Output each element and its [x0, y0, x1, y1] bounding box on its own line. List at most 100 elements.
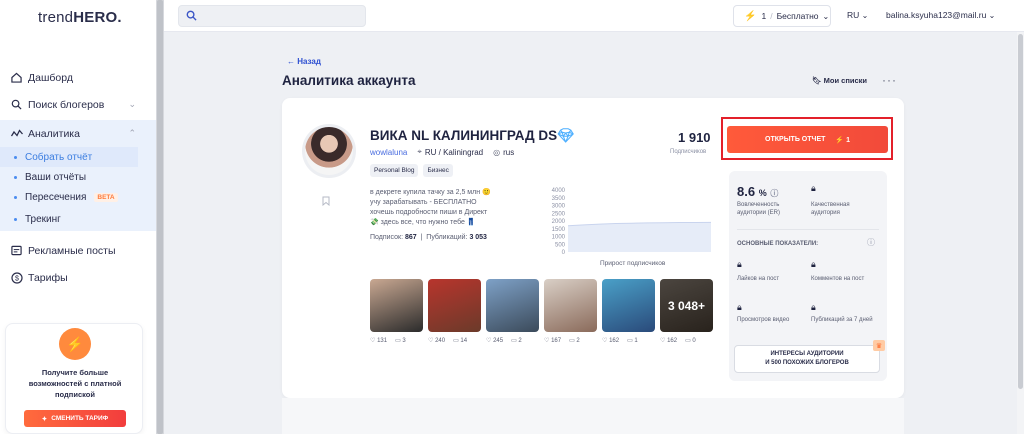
sidebar-subitem-collect-report[interactable]: Собрать отчёт: [0, 147, 138, 167]
arrow-left-icon: ←: [287, 57, 295, 66]
sidebar-nav: Дашборд Поиск блогеров ⌄ Аналитика ⌃ Соб…: [0, 64, 156, 291]
bio-line: в декрете купила тачку за 2,5 млн 🙂: [370, 189, 491, 196]
sidebar-subitem-your-reports[interactable]: Ваши отчёты: [0, 167, 156, 187]
account-bio: в декрете купила тачку за 2,5 млн 🙂 учу …: [370, 188, 520, 228]
subitem-label: Ваши отчёты: [25, 171, 87, 183]
beta-badge: BETA: [94, 192, 118, 202]
post-stats: ♡ 131 ▭ 3: [370, 337, 423, 344]
bullet-icon: [14, 155, 17, 159]
logo[interactable]: trendHERO.: [38, 9, 122, 26]
post-item[interactable]: ♡ 240 ▭ 14: [428, 279, 481, 344]
lock-icon: 🔒︎: [737, 302, 742, 312]
search-icon: [10, 98, 23, 111]
post-item[interactable]: ♡ 245 ▭ 2: [486, 279, 539, 344]
post-thumbnail[interactable]: [428, 279, 481, 332]
post-item[interactable]: 3 048+ ♡ 162 ▭ 0: [660, 279, 713, 344]
post-thumbnail[interactable]: 3 048+: [660, 279, 713, 332]
sidebar-item-label: Поиск блогеров: [28, 98, 105, 111]
bio-line: хочешь подробности пиши в Директ: [370, 209, 488, 216]
sidebar-subitem-tracking[interactable]: Трекинг: [0, 207, 156, 231]
sidebar-group-analytics: Аналитика ⌃ Собрать отчёт Ваши отчёты Пе…: [0, 120, 156, 231]
y-tick-label: 2000: [552, 219, 566, 225]
following-label: Подписок:: [370, 234, 404, 241]
post-thumbnail[interactable]: [370, 279, 423, 332]
comments-count: 0: [692, 338, 696, 344]
sidebar-item-analytics[interactable]: Аналитика ⌃: [0, 120, 156, 147]
user-menu[interactable]: balina.ksyuha123@mail.ru ⌄: [886, 10, 995, 20]
post-thumbnail[interactable]: [544, 279, 597, 332]
chevron-down-icon: ⌄: [988, 11, 996, 20]
bookmark-icon: 🔖︎: [812, 76, 822, 85]
post-item[interactable]: ♡ 162 ▭ 1: [602, 279, 655, 344]
sidebar-item-dashboard[interactable]: Дашборд: [0, 64, 156, 91]
user-email: balina.ksyuha123@mail.ru: [886, 10, 987, 20]
post-thumbnail[interactable]: [602, 279, 655, 332]
separator: /: [770, 11, 773, 21]
search-input[interactable]: [201, 8, 361, 24]
tag: Бизнес: [423, 164, 453, 177]
likes-count: 131: [377, 338, 388, 344]
heart-icon: ♡: [370, 338, 376, 344]
avatar-image: [305, 127, 353, 175]
growth-area: [568, 222, 711, 252]
bio-line: учу зарабатывать - БЕСПЛАТНО: [370, 199, 477, 206]
sidebar-scrollbar[interactable]: [156, 0, 164, 434]
subitem-label: Собрать отчёт: [25, 151, 93, 163]
analytics-icon: [10, 127, 23, 140]
back-link[interactable]: ← Назад: [287, 57, 321, 66]
comment-icon: ▭: [453, 338, 459, 344]
sidebar-item-tariffs[interactable]: $ Тарифы: [0, 264, 156, 291]
tag: Personal Blog: [370, 164, 419, 177]
sidebar-item-label: Рекламные посты: [28, 244, 116, 257]
comments-count: 3: [402, 338, 406, 344]
account-stats: Подписок: 867 | Публикаций: 3 053: [370, 234, 487, 241]
sidebar-item-ad-posts[interactable]: Рекламные посты: [0, 237, 156, 264]
followers-label: Подписчиков: [670, 149, 707, 155]
account-handle[interactable]: wowlaluna: [370, 148, 407, 157]
quality-label: Качественная аудитория: [811, 202, 850, 216]
home-icon: [10, 71, 23, 84]
more-icon[interactable]: ···: [882, 73, 897, 87]
lang-label: RU: [847, 10, 860, 20]
location-pin-icon: ⌖: [417, 147, 422, 156]
my-lists-link[interactable]: 🔖︎ Мои списки: [812, 76, 867, 85]
scrollbar-thumb[interactable]: [1018, 34, 1023, 389]
my-lists-label: Мои списки: [823, 76, 867, 85]
heart-icon: ♡: [602, 338, 608, 344]
svg-text:$: $: [15, 275, 19, 282]
pubs-7days-label: Публикаций за 7 дней: [811, 317, 873, 323]
bullet-icon: [14, 195, 17, 199]
audience-interests-button[interactable]: ИНТЕРЕСЫ АУДИТОРИИ И 500 ПОХОЖИХ БЛОГЕРО…: [734, 345, 880, 373]
chevron-down-icon: ⌄: [861, 11, 869, 20]
info-icon[interactable]: ⓘ: [770, 189, 778, 198]
main-scrollbar[interactable]: [1017, 32, 1024, 434]
diamond-icon: 💎︎: [557, 128, 575, 143]
comments-count: 2: [518, 338, 522, 344]
button-label: СМЕНИТЬ ТАРИФ: [51, 415, 109, 422]
lock-icon: 🔒︎: [737, 259, 742, 269]
sidebar-item-search-bloggers[interactable]: Поиск блогеров ⌄: [0, 91, 156, 118]
main-indicators-heading: ОСНОВНЫЕ ПОКАЗАТЕЛИ:: [737, 241, 819, 247]
button-line: И 500 ПОХОЖИХ БЛОГЕРОВ: [765, 360, 849, 366]
post-thumbnail[interactable]: [486, 279, 539, 332]
y-tick-label: 1500: [552, 227, 566, 233]
plan-selector[interactable]: ⚡ 1 / Бесплатно ⌄: [733, 5, 831, 27]
upgrade-text: Получите больше возможностей с платной п…: [28, 368, 122, 399]
post-item[interactable]: ♡ 167 ▭ 2: [544, 279, 597, 344]
bookmark-icon[interactable]: [322, 196, 330, 209]
comment-icon: ▭: [685, 338, 691, 344]
language-selector[interactable]: RU ⌄: [847, 10, 868, 20]
y-tick-label: 2500: [552, 211, 566, 217]
sidebar: trendHERO. Дашборд Поиск блогеров ⌄ Анал…: [0, 0, 160, 434]
scrollbar-thumb[interactable]: [157, 0, 163, 434]
sidebar-subitem-intersections[interactable]: Пересечения BETA: [0, 187, 156, 207]
avatar: [302, 124, 356, 178]
post-item[interactable]: ♡ 131 ▭ 3: [370, 279, 423, 344]
open-report-button[interactable]: ОТКРЫТЬ ОТЧЕТ ⚡ 1: [727, 126, 888, 153]
followers-count: 1 910: [678, 130, 711, 145]
card-footer-area: [282, 398, 904, 434]
er-number: 8.6: [737, 184, 756, 199]
change-tariff-button[interactable]: ✦ СМЕНИТЬ ТАРИФ: [24, 410, 126, 427]
search-box[interactable]: [178, 5, 366, 27]
info-icon[interactable]: ⓘ: [867, 237, 875, 248]
